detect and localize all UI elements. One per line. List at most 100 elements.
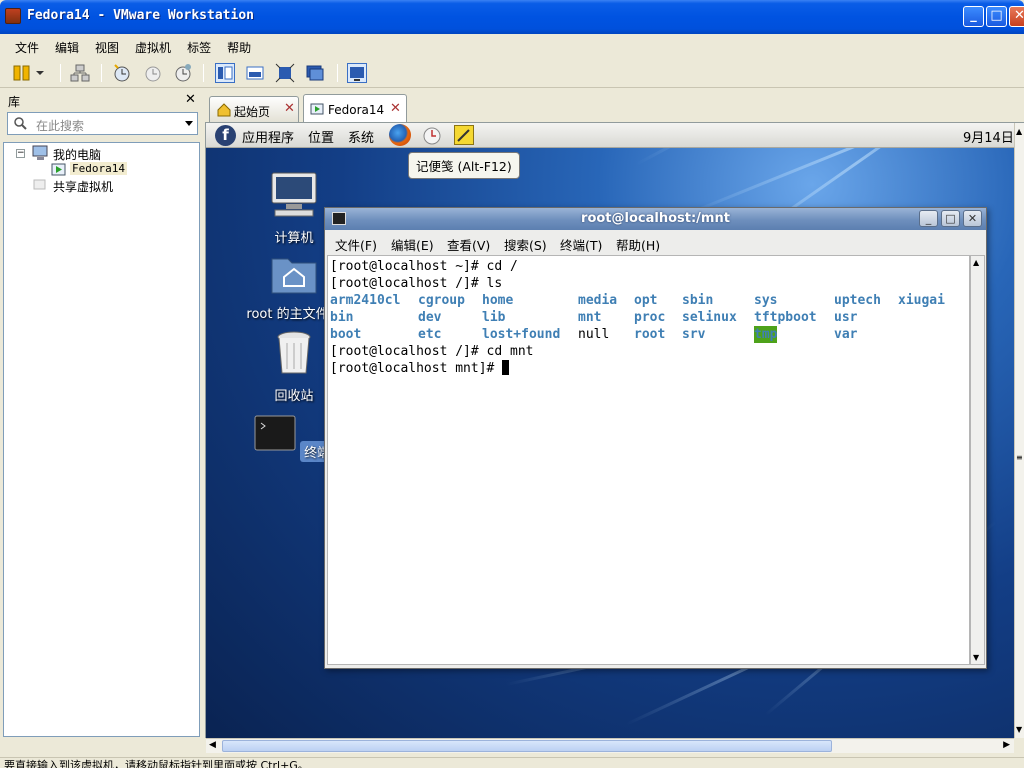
- shared-vm-icon: [33, 179, 46, 190]
- minimize-button[interactable]: _: [963, 6, 984, 27]
- home-folder-icon: [271, 258, 317, 294]
- snapshot-icon[interactable]: [112, 63, 132, 83]
- ls-entry: etc: [418, 327, 442, 342]
- close-button[interactable]: ✕: [1009, 6, 1024, 27]
- ls-entry: proc: [634, 310, 666, 325]
- terminal-menu-view[interactable]: 查看(V): [447, 235, 490, 254]
- ls-entry: usr: [834, 310, 858, 325]
- ls-entry: bin: [330, 310, 354, 325]
- vmware-app-icon: [5, 8, 21, 24]
- ls-entry: tftpboot: [754, 310, 817, 325]
- ls-entry: lib: [482, 310, 506, 325]
- ls-entry: var: [834, 327, 858, 342]
- close-library-icon[interactable]: ✕: [185, 92, 196, 107]
- panel-clock[interactable]: 9月14日: [963, 127, 1014, 146]
- scroll-grip-icon[interactable]: ≡: [1016, 453, 1023, 462]
- scroll-right-icon[interactable]: ▶: [1003, 740, 1010, 750]
- status-text: 要直接输入到该虚拟机，请移动鼠标指针到里面或按 Ctrl+G。: [4, 759, 309, 768]
- full-screen-icon[interactable]: [275, 63, 295, 83]
- show-library-icon[interactable]: [215, 63, 235, 83]
- ls-entry: dev: [418, 310, 442, 325]
- terminal-maximize-button[interactable]: □: [941, 210, 960, 227]
- ls-entry: lost+found: [482, 327, 561, 342]
- close-tab-icon[interactable]: ✕: [284, 101, 295, 116]
- ls-entry: uptech: [834, 293, 881, 308]
- menu-applications[interactable]: 应用程序: [242, 127, 294, 146]
- menu-system[interactable]: 系统: [348, 127, 374, 146]
- ls-entry-tmp: tmp: [754, 326, 778, 343]
- scroll-down-icon[interactable]: ▼: [973, 653, 979, 662]
- mail-icon[interactable]: [421, 125, 443, 145]
- terminal-title: root@localhost:/mnt: [581, 211, 730, 226]
- menu-edit[interactable]: 编辑: [47, 34, 87, 56]
- menu-help[interactable]: 帮助: [219, 34, 259, 56]
- menu-places[interactable]: 位置: [308, 127, 334, 146]
- scroll-up-icon[interactable]: ▲: [973, 258, 979, 267]
- tree-vm-fedora14[interactable]: Fedora14: [70, 162, 127, 175]
- window-title-bar[interactable]: Fedora14 - VMware Workstation _ □ ✕: [0, 0, 1024, 34]
- tooltip: 记便笺 (Alt-F12): [408, 152, 520, 179]
- chevron-down-icon[interactable]: [34, 63, 46, 83]
- library-header: 库 ✕: [0, 89, 202, 111]
- menu-view[interactable]: 视图: [87, 34, 127, 56]
- vm-horizontal-scrollbar[interactable]: ◀ ▶: [206, 738, 1014, 753]
- terminal-menu-file[interactable]: 文件(F): [335, 235, 377, 254]
- library-title: 库: [8, 95, 21, 109]
- terminal-minimize-button[interactable]: _: [919, 210, 938, 227]
- vm-running-icon: [51, 163, 66, 176]
- terminal-title-bar[interactable]: root@localhost:/mnt _ □ ✕: [325, 208, 986, 230]
- search-icon: [14, 117, 27, 130]
- terminal-menu-edit[interactable]: 编辑(E): [391, 235, 434, 254]
- terminal-menu-search[interactable]: 搜索(S): [504, 235, 547, 254]
- chevron-down-icon[interactable]: [185, 121, 193, 126]
- ls-entry: opt: [634, 293, 658, 308]
- quick-switch-icon[interactable]: [245, 63, 265, 83]
- ls-entry: media: [578, 293, 618, 308]
- terminal-close-button[interactable]: ✕: [963, 210, 982, 227]
- terminal-output[interactable]: [root@localhost ~]# cd / [root@localhost…: [327, 255, 970, 665]
- scroll-left-icon[interactable]: ◀: [209, 740, 216, 750]
- console-view-icon[interactable]: [347, 63, 367, 83]
- ls-entry: null: [578, 327, 610, 342]
- tab-fedora14[interactable]: Fedora14 ✕: [303, 94, 407, 122]
- library-search-input[interactable]: 在此搜索: [7, 112, 198, 135]
- notes-icon[interactable]: [454, 125, 474, 145]
- power-icon[interactable]: [12, 63, 32, 83]
- scroll-down-icon[interactable]: ▼: [1016, 725, 1022, 734]
- terminal-window[interactable]: root@localhost:/mnt _ □ ✕ 文件(F) 编辑(E) 查看…: [324, 207, 987, 669]
- scroll-up-icon[interactable]: ▲: [1016, 127, 1022, 136]
- close-tab-icon[interactable]: ✕: [390, 101, 401, 116]
- ls-entry: arm2410cl: [330, 293, 401, 308]
- firefox-icon[interactable]: [389, 124, 411, 146]
- library-tree: − 我的电脑 Fedora14 共享虚拟机: [3, 142, 200, 737]
- menu-vm[interactable]: 虚拟机: [127, 34, 179, 56]
- guest-screen[interactable]: f 应用程序 位置 系统 9月14日 记便笺 (Alt-F12) 计算机 roo…: [206, 123, 1014, 738]
- collapse-icon[interactable]: −: [16, 149, 25, 158]
- scroll-thumb[interactable]: [222, 740, 832, 752]
- status-bar: 要直接输入到该虚拟机，请移动鼠标指针到里面或按 Ctrl+G。: [0, 757, 1024, 768]
- ls-entry: xiugai: [898, 293, 945, 308]
- tab-bar: 起始页 ✕ Fedora14 ✕: [205, 89, 1024, 122]
- unity-icon[interactable]: [305, 63, 325, 83]
- vm-vertical-scrollbar[interactable]: ▲ ≡ ▼: [1014, 123, 1024, 738]
- vm-running-icon: [310, 103, 324, 115]
- terminal-menu-terminal[interactable]: 终端(T): [560, 235, 602, 254]
- revert-snapshot-icon[interactable]: [143, 63, 163, 83]
- tree-shared-vms[interactable]: 共享虚拟机: [53, 178, 113, 195]
- terminal-icon: [254, 415, 296, 451]
- network-icon[interactable]: [70, 63, 90, 83]
- terminal-menu-help[interactable]: 帮助(H): [616, 235, 660, 254]
- menu-tabs[interactable]: 标签: [179, 34, 219, 56]
- snapshot-manager-icon[interactable]: [173, 63, 193, 83]
- ls-entry: root: [634, 327, 666, 342]
- fedora-logo-icon[interactable]: f: [215, 125, 236, 146]
- ls-entry: selinux: [682, 310, 737, 325]
- menu-file[interactable]: 文件: [0, 34, 47, 56]
- maximize-button[interactable]: □: [986, 6, 1007, 27]
- terminal-scrollbar[interactable]: ▲ ▼: [970, 255, 985, 665]
- tab-home[interactable]: 起始页 ✕: [209, 96, 299, 122]
- library-panel: 库 ✕ 在此搜索 − 我的电脑 Fedora14 共享虚拟机: [0, 89, 202, 741]
- tree-my-computer[interactable]: 我的电脑: [53, 146, 101, 163]
- terminal-line: [root@localhost /]# cd mnt: [330, 344, 534, 359]
- ls-entry: sbin: [682, 293, 714, 308]
